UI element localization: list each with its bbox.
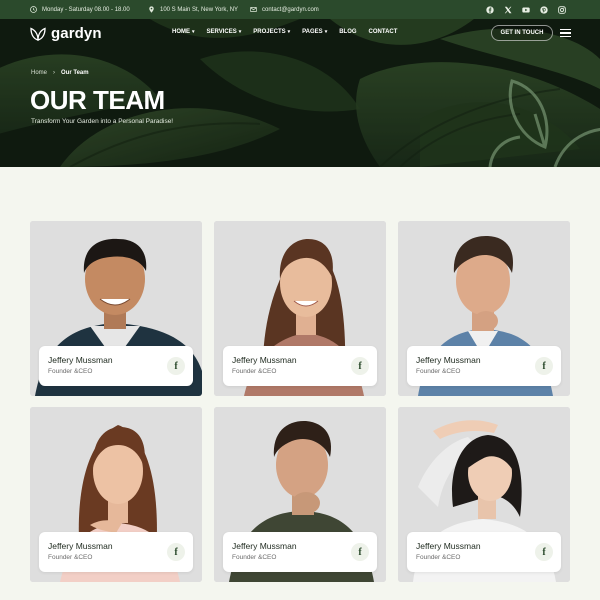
mail-icon	[250, 7, 257, 12]
team-member-card[interactable]: Jeffery Mussman Founder &CEO f	[398, 221, 570, 396]
x-icon[interactable]	[504, 6, 512, 14]
page-title: OUR TEAM	[30, 85, 165, 115]
breadcrumb: Home › Our Team	[31, 70, 89, 76]
address-text: 100 S Main St, New York, NY	[160, 6, 239, 13]
team-member-card[interactable]: Jeffery Mussman Founder &CEO f	[214, 221, 386, 396]
opening-hours: Monday - Saturday 08.00 - 18.00	[30, 0, 130, 19]
nav-item-projects[interactable]: PROJECTS ▾	[253, 29, 290, 35]
team-member-name: Jeffery Mussman	[48, 355, 113, 365]
team-member-name: Jeffery Mussman	[416, 355, 481, 365]
page-subtitle: Transform Your Garden into a Personal Pa…	[31, 118, 174, 125]
pinterest-icon[interactable]	[540, 5, 548, 14]
nav-label: HOME	[172, 29, 190, 35]
social-links	[486, 0, 566, 19]
team-member-role: Founder &CEO	[416, 368, 461, 375]
get-in-touch-button[interactable]: GET IN TOUCH	[491, 25, 553, 41]
facebook-icon[interactable]	[486, 5, 494, 14]
hero-banner: gardyn HOME ▾ SERVICES ▾ PROJECTS ▾ PAGES ▾ …	[0, 19, 600, 167]
team-member-info: Jeffery Mussman Founder &CEO f	[39, 532, 193, 572]
nav-item-blog[interactable]: BLOG	[339, 29, 356, 35]
team-member-card[interactable]: Jeffery Mussman Founder &CEO f	[214, 407, 386, 582]
facebook-icon[interactable]: f	[351, 357, 369, 375]
location-pin-icon	[149, 6, 154, 13]
breadcrumb-current: Our Team	[61, 70, 89, 76]
main-navigation: gardyn HOME ▾ SERVICES ▾ PROJECTS ▾ PAGES ▾ …	[0, 19, 600, 48]
chevron-down-icon: ▾	[192, 29, 195, 35]
facebook-icon[interactable]: f	[167, 357, 185, 375]
opening-hours-text: Monday - Saturday 08.00 - 18.00	[42, 6, 130, 13]
team-member-role: Founder &CEO	[232, 554, 277, 561]
team-member-role: Founder &CEO	[48, 554, 93, 561]
facebook-icon[interactable]: f	[167, 543, 185, 561]
chevron-down-icon: ▾	[324, 29, 328, 35]
team-member-info: Jeffery Mussman Founder &CEO f	[223, 532, 377, 572]
team-member-info: Jeffery Mussman Founder &CEO f	[407, 532, 561, 572]
breadcrumb-home[interactable]: Home	[31, 70, 47, 76]
chevron-down-icon: ▾	[287, 29, 291, 35]
chevron-down-icon: ▾	[238, 29, 242, 35]
nav-label: SERVICES	[206, 29, 237, 35]
team-member-card[interactable]: Jeffery Mussman Founder &CEO f	[398, 407, 570, 582]
hamburger-menu-icon[interactable]	[560, 29, 571, 37]
logo-text: gardyn	[51, 25, 102, 42]
youtube-icon[interactable]	[522, 6, 530, 14]
nav-item-pages[interactable]: PAGES ▾	[302, 29, 327, 35]
site-logo[interactable]: gardyn	[30, 25, 102, 42]
nav-label: CONTACT	[368, 29, 398, 35]
team-member-name: Jeffery Mussman	[416, 541, 481, 551]
team-member-name: Jeffery Mussman	[48, 541, 113, 551]
team-member-info: Jeffery Mussman Founder &CEO f	[39, 346, 193, 386]
nav-label: PROJECTS	[253, 29, 286, 35]
email[interactable]: contact@gardyn.com	[250, 0, 319, 19]
chevron-right-icon: ›	[53, 70, 56, 76]
email-text[interactable]: contact@gardyn.com	[262, 7, 319, 13]
facebook-icon[interactable]: f	[535, 543, 553, 561]
team-member-name: Jeffery Mussman	[232, 541, 297, 551]
address: 100 S Main St, New York, NY	[148, 0, 238, 19]
nav-label: PAGES	[302, 29, 323, 35]
team-member-role: Founder &CEO	[232, 368, 277, 375]
clock-icon	[30, 6, 37, 13]
team-member-info: Jeffery Mussman Founder &CEO f	[223, 346, 377, 386]
top-info-bar: Monday - Saturday 08.00 - 18.00 100 S Ma…	[0, 0, 600, 19]
facebook-icon[interactable]: f	[351, 543, 369, 561]
nav-item-contact[interactable]: CONTACT	[369, 29, 398, 35]
nav-menu: HOME ▾ SERVICES ▾ PROJECTS ▾ PAGES ▾ BLOG CO…	[172, 29, 409, 35]
team-member-card[interactable]: Jeffery Mussman Founder &CEO f	[30, 221, 202, 396]
leaf-logo-icon	[30, 27, 46, 41]
team-member-name: Jeffery Mussman	[232, 355, 297, 365]
nav-item-home[interactable]: HOME ▾	[172, 29, 195, 35]
team-member-role: Founder &CEO	[48, 368, 93, 375]
nav-label: BLOG	[339, 29, 357, 35]
team-member-card[interactable]: Jeffery Mussman Founder &CEO f	[30, 407, 202, 582]
nav-item-services[interactable]: SERVICES ▾	[207, 29, 242, 35]
team-member-info: Jeffery Mussman Founder &CEO f	[407, 346, 561, 386]
team-member-role: Founder &CEO	[416, 554, 461, 561]
instagram-icon[interactable]	[558, 5, 566, 14]
facebook-icon[interactable]: f	[535, 357, 553, 375]
